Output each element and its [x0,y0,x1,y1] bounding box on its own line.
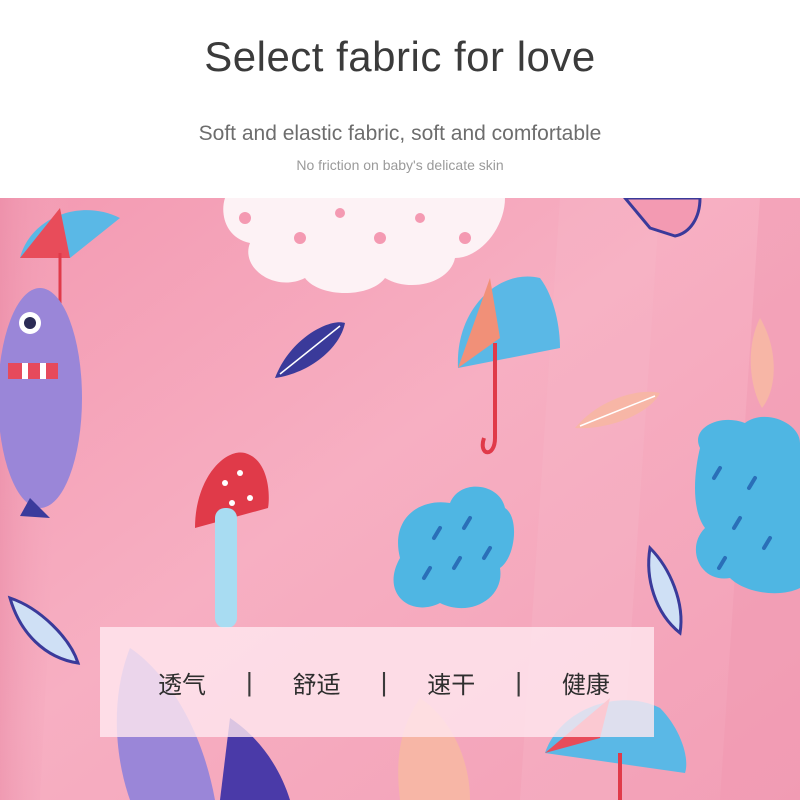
feature-quick-dry: 速干 [427,670,476,699]
separator: | [515,666,522,697]
feature-breathable: 透气 [158,670,206,699]
subtitle: Soft and elastic fabric, soft and comfor… [198,122,602,145]
page-title: Select fabric for love [204,33,596,80]
feature-comfortable: 舒适 [292,670,341,699]
separator: | [380,666,388,697]
separator: | [245,666,253,697]
feature-healthy: 健康 [561,670,610,699]
blue-cloud-icon [695,416,800,594]
header-section: Select fabric for love Soft and elastic … [0,0,800,198]
subtext: No friction on baby's delicate skin [296,157,504,173]
feature-bar: 透气 | 舒适 | 速干 | 健康 [100,627,654,737]
